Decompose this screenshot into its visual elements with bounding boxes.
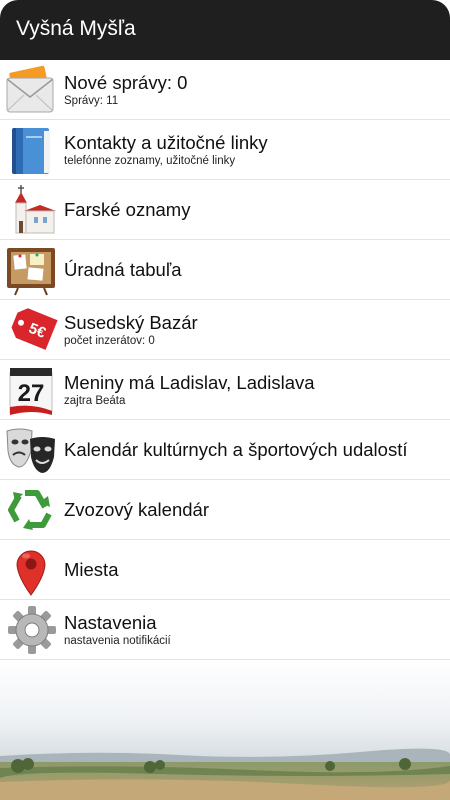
menu-item-label: Úradná tabuľa (64, 259, 182, 280)
menu-item-bazaar[interactable]: 5€ Susedský Bazár počet inzerátov: 0 (0, 300, 450, 360)
main-menu: Nové správy: 0 Správy: 11 Kontakty a uži… (0, 60, 450, 660)
menu-item-label: Susedský Bazár (64, 311, 198, 333)
app-screen: Vyšná Myšľa Nové správy: 0 Správy: 11 Ko… (0, 0, 450, 800)
map-pin-icon (16, 550, 46, 596)
calendar-day: 27 (18, 380, 45, 407)
menu-item-messages[interactable]: Nové správy: 0 Správy: 11 (0, 60, 450, 120)
menu-item-subtitle: zajtra Beáta (64, 394, 126, 407)
calendar-icon: 27 (9, 368, 53, 415)
envelope-icon (6, 65, 54, 113)
menu-item-name-days[interactable]: 27 Meniny má Ladislav, Ladislava zajtra … (0, 360, 450, 420)
theater-masks-icon (6, 428, 55, 473)
address-book-icon (12, 128, 50, 174)
menu-item-subtitle: nastavenia notifikácií (64, 634, 171, 647)
menu-item-settings[interactable]: Nastavenia nastavenia notifikácií (0, 600, 450, 660)
menu-item-contacts[interactable]: Kontakty a užitočné linky telefónne zozn… (0, 120, 450, 180)
menu-item-label: Zvozový kalendár (64, 499, 209, 520)
gear-icon (8, 606, 56, 654)
menu-item-label: Miesta (64, 559, 119, 580)
app-title: Vyšná Myšľa (16, 17, 136, 40)
menu-item-subtitle: Správy: 11 (64, 94, 119, 107)
menu-item-subtitle: telefónne zoznamy, užitočné linky (64, 154, 236, 167)
menu-item-label: Farské oznamy (64, 199, 191, 220)
menu-item-label: Kalendár kultúrnych a športových udalost… (64, 439, 408, 460)
menu-item-label: Meniny má Ladislav, Ladislava (64, 371, 315, 393)
church-icon (15, 185, 56, 234)
price-tag-icon: 5€ (11, 308, 58, 350)
title-bar: Vyšná Myšľa (0, 0, 450, 60)
menu-item-label: Nastavenia (64, 611, 157, 633)
recycle-icon (8, 490, 52, 530)
menu-item-parish-news[interactable]: Farské oznamy (0, 180, 450, 240)
landscape-background (0, 660, 450, 800)
menu-item-waste-collection[interactable]: Zvozový kalendár (0, 480, 450, 540)
menu-item-label: Nové správy: 0 (64, 71, 188, 93)
menu-item-official-board[interactable]: Úradná tabuľa (0, 240, 450, 300)
menu-item-places[interactable]: Miesta (0, 540, 450, 600)
menu-item-label: Kontakty a užitočné linky (64, 131, 268, 153)
menu-item-subtitle: počet inzerátov: 0 (64, 334, 155, 347)
corkboard-icon (7, 248, 55, 296)
menu-item-events-calendar[interactable]: Kalendár kultúrnych a športových udalost… (0, 420, 450, 480)
